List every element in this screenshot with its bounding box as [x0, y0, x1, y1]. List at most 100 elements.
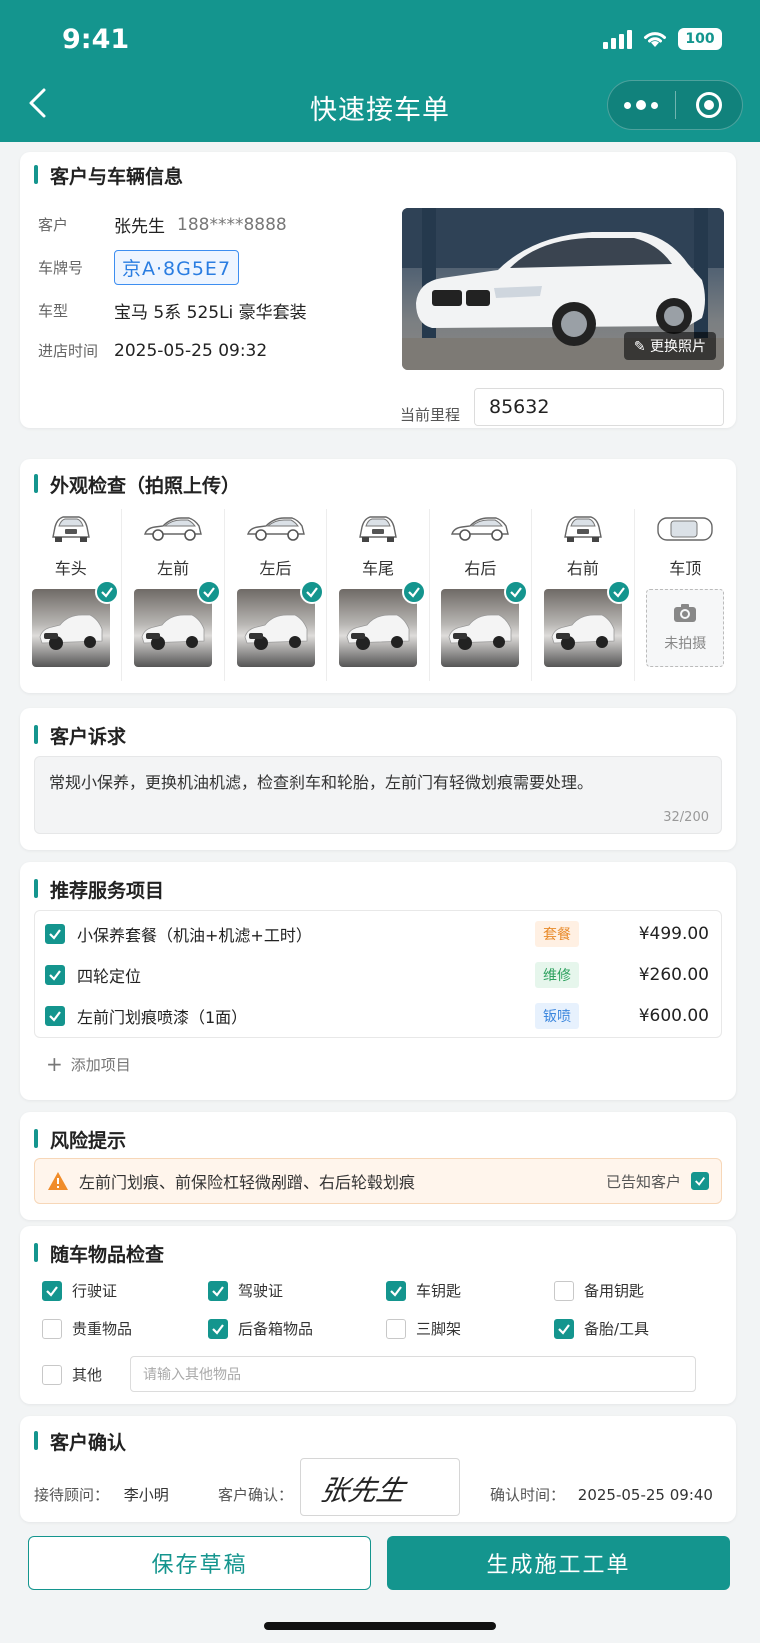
- belonging-label: 后备箱物品: [238, 1320, 314, 1338]
- belonging-item[interactable]: 驾驶证: [208, 1280, 283, 1301]
- check-icon: [94, 580, 119, 604]
- plate-number[interactable]: 京A·8G5E7: [114, 250, 240, 285]
- checkbox[interactable]: [208, 1280, 228, 1301]
- arrival-label: 进店时间: [38, 342, 99, 360]
- checkbox[interactable]: [554, 1318, 574, 1339]
- add-service-button[interactable]: + 添加项目: [46, 1052, 131, 1076]
- belonging-label: 车钥匙: [416, 1282, 462, 1300]
- checkbox[interactable]: [208, 1318, 228, 1339]
- photo-thumbnail[interactable]: [236, 580, 324, 667]
- status-time: 9:41: [62, 24, 130, 55]
- customer-name: 张先生: [114, 217, 165, 237]
- confirm-time: 2025-05-25 09:40: [577, 1486, 713, 1504]
- plate-label: 车牌号: [38, 259, 84, 277]
- check-icon: [299, 580, 324, 604]
- other-item[interactable]: 其他: [42, 1364, 102, 1385]
- signature-pad[interactable]: 张先生: [300, 1458, 460, 1516]
- checkbox[interactable]: [386, 1318, 406, 1339]
- view-slot[interactable]: 左后: [225, 509, 328, 681]
- photo-thumbnail[interactable]: [134, 580, 222, 667]
- checkbox[interactable]: [386, 1280, 406, 1301]
- checkbox[interactable]: [42, 1364, 62, 1385]
- belonging-item[interactable]: 备用钥匙: [554, 1280, 644, 1301]
- other-items-input[interactable]: 请输入其他物品: [130, 1356, 696, 1392]
- view-slot[interactable]: 车尾: [327, 509, 430, 681]
- belonging-item[interactable]: 三脚架: [386, 1318, 461, 1339]
- checkbox[interactable]: [45, 924, 65, 944]
- view-slot[interactable]: 车顶 未拍摄: [635, 509, 736, 681]
- photo-thumbnail[interactable]: [31, 580, 119, 667]
- checkbox[interactable]: [42, 1280, 62, 1301]
- customer-row: 客户 张先生 188****8888: [38, 212, 287, 238]
- belonging-label: 贵重物品: [72, 1320, 133, 1338]
- service-name: 小保养套餐（机油+机滤+工时）: [77, 926, 312, 945]
- save-draft-button[interactable]: 保存草稿: [28, 1536, 371, 1590]
- service-row[interactable]: 小保养套餐（机油+机滤+工时） 套餐 ¥499.00: [45, 919, 709, 949]
- car-top-icon: [650, 509, 720, 549]
- check-icon: [401, 580, 426, 604]
- model-row: 车型 宝马 5系 525Li 豪华套装: [38, 298, 307, 323]
- vehicle-photo[interactable]: ✎ 更换照片: [402, 208, 724, 370]
- view-slot[interactable]: 车头: [20, 509, 123, 681]
- checkbox[interactable]: [42, 1318, 62, 1339]
- photo-thumbnail[interactable]: [338, 580, 426, 667]
- belonging-label: 驾驶证: [238, 1282, 284, 1300]
- belonging-item[interactable]: 后备箱物品: [208, 1318, 313, 1339]
- checkbox[interactable]: [554, 1280, 574, 1301]
- status-icons: 100: [603, 28, 722, 50]
- service-row[interactable]: 左前门划痕喷漆（1面） 钣喷 ¥600.00: [45, 1001, 709, 1031]
- view-slot[interactable]: 右前: [532, 509, 635, 681]
- model-label: 车型: [38, 302, 69, 320]
- view-label: 左后: [259, 559, 292, 578]
- char-counter: 32/200: [663, 810, 709, 825]
- photo-thumbnail[interactable]: [543, 580, 631, 667]
- checkbox[interactable]: [45, 1006, 65, 1026]
- take-photo-button[interactable]: 未拍摄: [646, 589, 725, 667]
- arrival-time: 2025-05-25 09:32: [114, 340, 268, 361]
- close-program-button[interactable]: [676, 81, 743, 129]
- belonging-item[interactable]: 车钥匙: [386, 1280, 461, 1301]
- signature: 张先生: [317, 1474, 408, 1507]
- check-icon: [504, 580, 529, 604]
- view-label: 车尾: [361, 559, 394, 578]
- customer-phone: 188****8888: [177, 214, 287, 235]
- complaint-textarea[interactable]: 常规小保养，更换机油机滤，检查刹车和轮胎，左前门有轻微划痕需要处理。 32/20…: [34, 756, 722, 834]
- mileage-field: km: [474, 388, 724, 426]
- car-front-icon: [36, 509, 106, 549]
- change-photo-button[interactable]: ✎ 更换照片: [623, 332, 716, 360]
- belonging-item[interactable]: 备胎/工具: [554, 1318, 649, 1339]
- warning-icon: [48, 1172, 68, 1190]
- photo-thumbnail[interactable]: [441, 580, 529, 667]
- view-slot[interactable]: 左前: [122, 509, 225, 681]
- view-label: 右前: [566, 559, 599, 578]
- risk-card: 风险提示 左前门划痕、前保险杠轻微剐蹭、右后轮毂划痕 已告知客户: [20, 1112, 736, 1220]
- other-placeholder: 请输入其他物品: [143, 1367, 241, 1383]
- edit-icon: ✎: [633, 339, 650, 355]
- belonging-item[interactable]: 贵重物品: [42, 1318, 132, 1339]
- signal-icon: [603, 29, 632, 49]
- services-card: 推荐服务项目 小保养套餐（机油+机滤+工时） 套餐 ¥499.00 四轮定位 维…: [20, 862, 736, 1100]
- view-label: 车头: [54, 559, 87, 578]
- more-button[interactable]: [608, 81, 675, 129]
- car-front-icon: [343, 509, 413, 549]
- complaint-card: 客户诉求 常规小保养，更换机油机滤，检查刹车和轮胎，左前门有轻微划痕需要处理。 …: [20, 708, 736, 850]
- section-title: 随车物品检查: [34, 1240, 164, 1267]
- sign-label: 客户确认：: [218, 1486, 294, 1504]
- service-tag: 维修: [535, 962, 579, 988]
- generate-work-order-button[interactable]: 生成施工工单: [387, 1536, 730, 1590]
- car-front-icon: [548, 509, 618, 549]
- view-slot[interactable]: 右后: [430, 509, 533, 681]
- confirmation-card: 客户确认 接待顾问： 李小明 客户确认： 张先生 确认时间： 2025-05-2…: [20, 1416, 736, 1522]
- car-side-icon: [241, 509, 311, 549]
- mileage-input[interactable]: [475, 389, 723, 425]
- service-row[interactable]: 四轮定位 维修 ¥260.00: [45, 960, 709, 990]
- plate-row: 车牌号 京A·8G5E7: [38, 250, 240, 285]
- service-price: ¥499.00: [638, 924, 709, 944]
- checkbox[interactable]: [45, 965, 65, 985]
- belonging-item[interactable]: 行驶证: [42, 1280, 117, 1301]
- app-header: 9:41 100 快速接车单: [0, 0, 760, 142]
- time-label: 确认时间：: [490, 1486, 566, 1504]
- notified-checkbox[interactable]: [691, 1172, 709, 1190]
- complaint-text: 常规小保养，更换机油机滤，检查刹车和轮胎，左前门有轻微划痕需要处理。: [49, 773, 594, 792]
- service-price: ¥260.00: [638, 965, 709, 985]
